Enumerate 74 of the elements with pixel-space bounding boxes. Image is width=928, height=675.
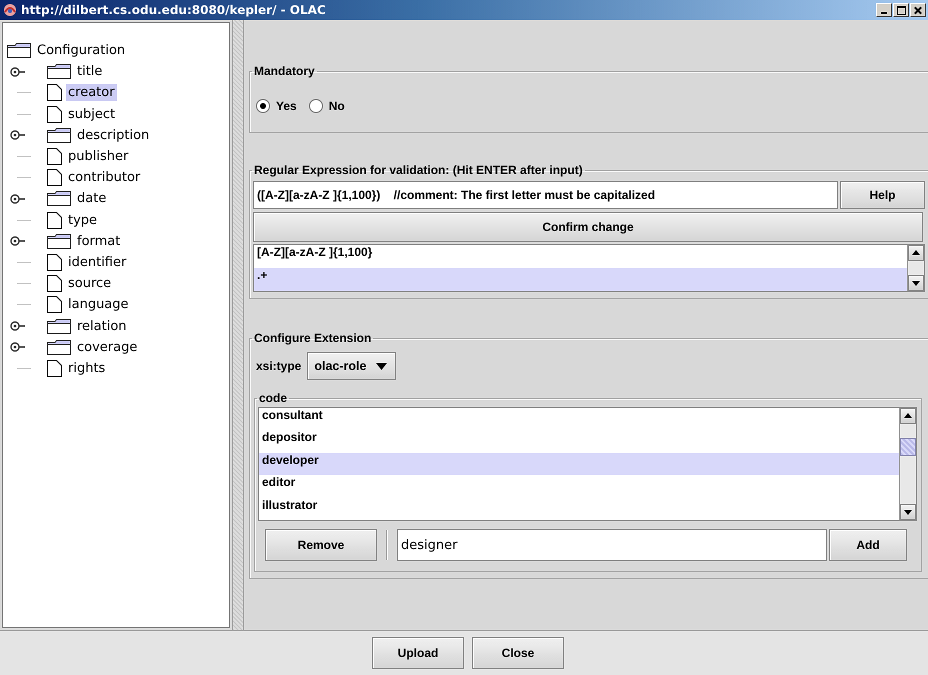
tree-item[interactable]: contributor [66,169,142,186]
list-item[interactable]: illustrator [259,498,899,520]
tree-item[interactable]: format [75,232,122,250]
section-title: Configure Extension [253,331,372,345]
list-item[interactable]: consultant [259,408,899,430]
collapsed-icon[interactable] [10,130,26,140]
tree-item[interactable]: publisher [66,148,130,166]
folder-icon [47,128,71,143]
folder-icon [47,191,71,206]
tree-item[interactable]: description [75,126,152,144]
help-button[interactable]: Help [840,181,925,209]
radio-label: Yes [276,99,297,113]
radio-label: No [328,99,345,113]
folder-icon [47,340,71,355]
app-icon [2,2,18,18]
list-item[interactable]: depositor [259,430,899,453]
scrollbar[interactable] [899,408,916,520]
section-title: Regular Expression for validation: (Hit ENTER after input) [253,163,584,177]
upload-button[interactable]: Upload [372,637,464,669]
file-icon [47,212,62,229]
file-icon [47,84,62,102]
file-icon [47,254,62,271]
radio-button[interactable]: No [308,99,345,113]
input-field[interactable]: designer [397,529,827,561]
remove-button[interactable]: Remove [265,529,377,561]
scrollbar[interactable] [907,245,924,291]
dropdown[interactable]: olac-role [307,352,396,380]
file-icon [47,106,62,123]
tree-item[interactable]: type [66,212,100,229]
folder-icon [47,318,71,334]
tree-item[interactable]: subject [66,106,118,123]
file-icon [47,148,62,166]
add-button[interactable]: Add [829,529,907,561]
list-item[interactable]: [A-Z][a-zA-Z ]{1,100} [254,245,907,268]
close-button[interactable]: Close [472,637,564,669]
radio-button[interactable]: Yes [256,99,297,113]
splitter-handle[interactable] [232,20,244,630]
file-icon [47,275,62,292]
radio-icon[interactable] [256,99,270,113]
tree-item[interactable]: source [66,275,114,292]
input-field[interactable]: ([A-Z][a-zA-Z ]{1,100}) //comment: The first letter must be capitalized [253,181,838,209]
confirm-button[interactable]: Confirm change [253,212,923,242]
minimize-button[interactable] [876,3,892,17]
file-icon [47,169,62,186]
field-label: xsi:type [256,359,302,373]
collapsed-icon[interactable] [10,321,26,332]
tree-item[interactable]: language [66,296,131,314]
radio-icon[interactable] [308,99,323,113]
folder-icon [47,64,71,80]
tree-item[interactable]: date [75,190,108,208]
list-item[interactable]: developer [259,452,899,476]
tree-item[interactable]: coverage [75,338,140,356]
tree-item[interactable]: rights [66,360,108,377]
caret-icon [376,362,388,370]
tree-item[interactable]: relation [75,318,129,335]
window-title: http://dilbert.cs.odu.edu:8080/kepler/ - OLAC [21,3,327,17]
collapsed-icon[interactable] [10,66,26,77]
tree-item[interactable]: Configuration [35,42,128,60]
collapsed-icon[interactable] [10,342,26,352]
file-icon [47,360,62,377]
file-icon [47,296,62,314]
collapsed-icon[interactable] [10,194,26,204]
collapsed-icon[interactable] [10,236,26,246]
maximize-button[interactable] [893,3,909,17]
list-item[interactable]: editor [259,475,899,498]
tree-item[interactable]: title [75,63,104,80]
section-title: code [258,391,288,405]
folder-icon [47,234,71,249]
section-title: Mandatory [253,64,316,78]
close-button[interactable] [910,3,926,17]
list-item[interactable]: .+ [254,268,907,291]
folder-icon [7,43,31,58]
tree-item[interactable]: identifier [66,254,128,271]
tree-item[interactable]: creator [66,84,117,102]
